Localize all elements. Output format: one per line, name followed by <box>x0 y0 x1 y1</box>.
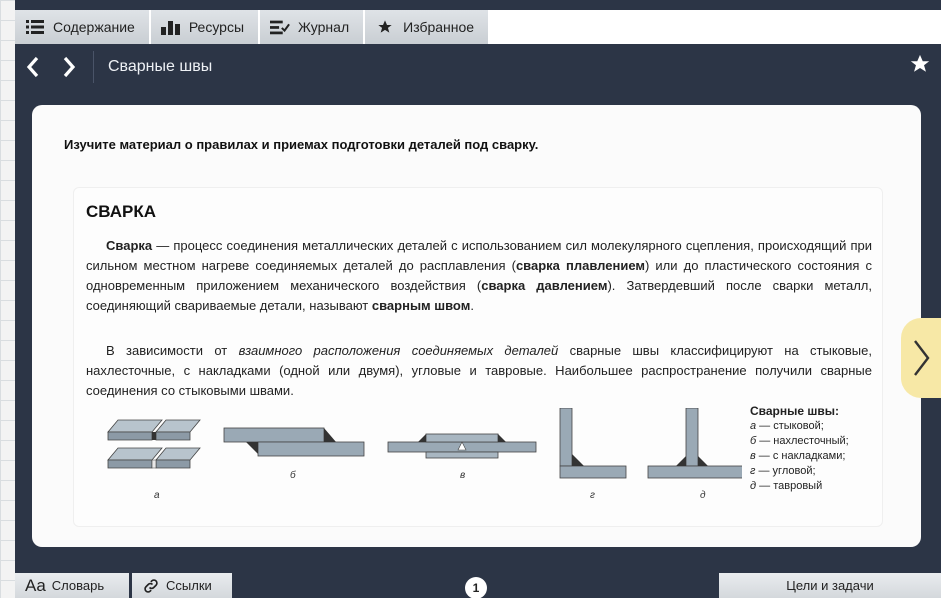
divider <box>93 51 94 83</box>
figure-label-a: а <box>154 490 160 501</box>
article-panel: СВАРКА Сварка — процесс соединения метал… <box>73 187 883 527</box>
figure-label-b: б <box>290 470 296 481</box>
tab-label: Избранное <box>403 19 475 35</box>
chevron-right-icon <box>914 340 930 376</box>
legend-text: — стыковой; <box>756 420 824 432</box>
weld-types-figure: а б в г д <box>82 407 759 508</box>
weld-tee-illustration <box>647 407 759 479</box>
weld-corner-illustration <box>559 407 627 479</box>
legend-text: — с накладками; <box>755 450 846 462</box>
figure-label-g: г <box>590 490 595 501</box>
legend-title: Сварные швы: <box>750 404 840 418</box>
links-label: Ссылки <box>166 578 212 593</box>
back-button[interactable] <box>15 44 51 90</box>
tab-contents[interactable]: Содержание <box>15 10 151 44</box>
paragraph-classification: В зависимости от взаимного расположения … <box>86 341 872 401</box>
next-page-button[interactable] <box>901 318 941 398</box>
tab-label: Содержание <box>53 19 135 35</box>
tab-label: Журнал <box>298 19 350 35</box>
dictionary-button[interactable]: Aa Словарь <box>15 573 129 598</box>
dictionary-label: Словарь <box>51 578 105 593</box>
term: сварка давлением <box>481 278 608 293</box>
content-card: Изучите материал о правилах и приемах по… <box>32 105 921 547</box>
star-icon <box>375 19 395 35</box>
bar-chart-icon <box>160 19 181 35</box>
top-tabbar: Содержание Ресурсы Журнал Избранное <box>15 10 941 44</box>
tab-favorites[interactable]: Избранное <box>365 10 491 44</box>
emphasis: взаимного расположения соединяемых детал… <box>238 343 559 358</box>
instruction-text: Изучите материал о правилах и приемах по… <box>64 137 539 152</box>
weld-butt-illustration <box>107 419 201 469</box>
list-icon <box>25 19 45 35</box>
page-header: Сварные швы <box>15 44 941 90</box>
tab-journal[interactable]: Журнал <box>260 10 366 44</box>
text: В зависимости от <box>106 343 239 358</box>
chevron-right-icon <box>63 56 76 78</box>
legend-item: в — с накладками; <box>750 449 849 464</box>
app-window: Содержание Ресурсы Журнал Избранное Свар… <box>15 0 941 598</box>
journal-check-icon <box>270 19 290 35</box>
link-icon <box>144 578 158 593</box>
section-title: СВАРКА <box>86 202 156 221</box>
tab-resources[interactable]: Ресурсы <box>150 10 261 44</box>
term: сварка плавлением <box>515 258 645 273</box>
bottom-bar: Aa Словарь Ссылки 1 Цели и задачи <box>15 573 941 598</box>
weld-illustration <box>107 407 759 479</box>
paragraph-definition: Сварка — процесс соединения металлически… <box>86 236 872 316</box>
legend-item: б — нахлесточный; <box>750 434 849 449</box>
term: Сварка <box>106 238 153 253</box>
figure-legend: Сварные швы: а — стыковой; б — нахлесточ… <box>750 404 849 494</box>
chevron-left-icon <box>26 56 39 78</box>
legend-text: — угловой; <box>755 465 816 477</box>
font-aa-icon: Aa <box>25 575 46 595</box>
legend-item: д — тавровый <box>750 479 849 494</box>
weld-overlay-illustration <box>387 433 537 459</box>
page-number-indicator: 1 <box>465 577 487 598</box>
text: . <box>470 298 474 313</box>
goals-button[interactable]: Цели и задачи <box>719 573 941 598</box>
star-icon <box>910 54 930 72</box>
legend-text: — нахлесточный; <box>756 435 849 447</box>
figure-label-d: д <box>700 490 706 501</box>
legend-item: г — угловой; <box>750 464 849 479</box>
links-button[interactable]: Ссылки <box>132 573 232 598</box>
legend-text: — тавровый <box>756 480 823 492</box>
forward-button[interactable] <box>51 44 87 90</box>
figure-label-v: в <box>460 470 466 481</box>
term: сварным швом <box>371 298 471 313</box>
favorite-button[interactable] <box>909 53 931 81</box>
page-title: Сварные швы <box>108 58 213 75</box>
weld-lap-illustration <box>223 427 365 457</box>
legend-item: а — стыковой; <box>750 419 849 434</box>
tab-label: Ресурсы <box>188 19 245 35</box>
